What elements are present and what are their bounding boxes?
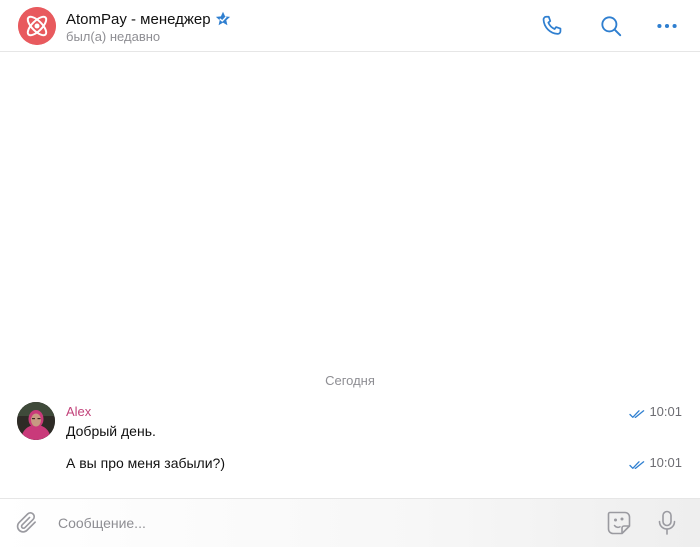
message-list[interactable]: Сегодня Alex Добрый день. 10:01 А вы про… bbox=[0, 52, 700, 498]
atom-logo-icon bbox=[18, 7, 56, 45]
chat-title: AtomPay - менеджер bbox=[66, 10, 211, 28]
chat-title-row[interactable]: AtomPay - менеджер bbox=[66, 9, 231, 29]
chat-status: был(а) недавно bbox=[66, 29, 161, 44]
star-verified-icon bbox=[215, 11, 231, 27]
avatar[interactable] bbox=[17, 402, 55, 440]
search-icon bbox=[601, 16, 622, 37]
sticker-button[interactable] bbox=[605, 509, 633, 537]
message-meta: 10:01 bbox=[629, 455, 682, 470]
search-button[interactable] bbox=[597, 12, 625, 40]
mic-icon bbox=[658, 510, 676, 535]
more-button[interactable] bbox=[653, 12, 681, 40]
message-input[interactable] bbox=[58, 508, 578, 538]
more-icon bbox=[657, 23, 677, 29]
chat-header: AtomPay - менеджер был(а) недавно bbox=[0, 0, 700, 52]
message-author[interactable]: Alex bbox=[66, 404, 91, 419]
phone-icon bbox=[542, 15, 562, 35]
attach-icon bbox=[16, 512, 36, 533]
attach-button[interactable] bbox=[14, 510, 40, 536]
date-separator: Сегодня bbox=[325, 373, 375, 388]
message-time: 10:01 bbox=[649, 404, 682, 419]
user-photo-avatar bbox=[17, 402, 55, 440]
voice-button[interactable] bbox=[656, 509, 678, 537]
double-check-icon bbox=[629, 407, 645, 418]
chat-window: AtomPay - менеджер был(а) недавно Сегодн… bbox=[0, 0, 700, 547]
message-composer bbox=[0, 498, 700, 547]
call-button[interactable] bbox=[538, 12, 566, 40]
message-text: А вы про меня забыли?) bbox=[66, 455, 225, 471]
chat-avatar[interactable] bbox=[18, 7, 56, 45]
message-time: 10:01 bbox=[649, 455, 682, 470]
double-check-icon bbox=[629, 458, 645, 469]
sticker-icon bbox=[607, 511, 631, 535]
message-meta: 10:01 bbox=[629, 404, 682, 419]
message-text: Добрый день. bbox=[66, 423, 156, 439]
